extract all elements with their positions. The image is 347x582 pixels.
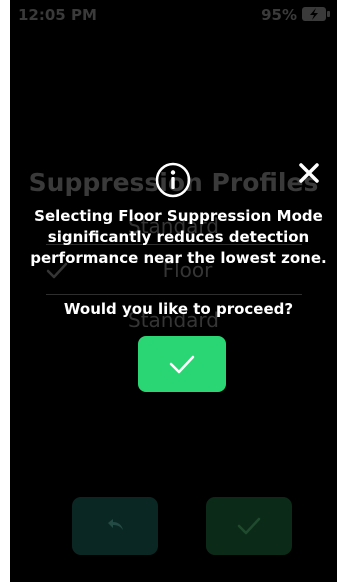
option-divider (46, 294, 302, 295)
status-time: 12:05 PM (18, 6, 97, 24)
close-button[interactable] (294, 158, 324, 188)
checkmark-icon (169, 355, 195, 374)
back-button (72, 497, 158, 555)
undo-arrow-icon (108, 519, 123, 530)
modal-question: Would you like to proceed? (63, 300, 294, 318)
info-circle-icon (155, 162, 191, 198)
checkmark-icon (237, 517, 261, 535)
confirm-button (206, 497, 292, 555)
battery-percent: 95% (261, 6, 297, 24)
close-x-icon (299, 163, 319, 183)
battery-charging-icon (302, 7, 330, 21)
device-screen: 12:05 PM 95% Suppression Profiles Standa… (10, 0, 337, 582)
modal-warning-message: Selecting Floor Suppression Mode signifi… (30, 207, 327, 267)
proceed-button[interactable] (138, 336, 226, 392)
